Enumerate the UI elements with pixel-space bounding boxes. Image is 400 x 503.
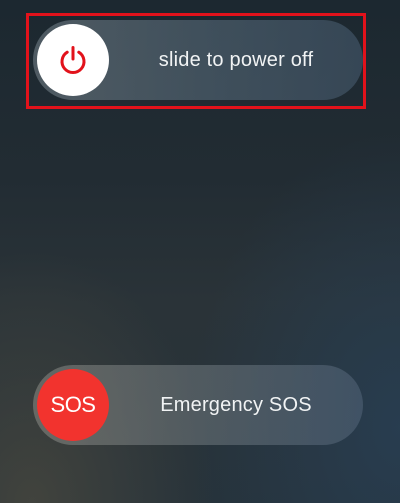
power-off-slider-knob[interactable]	[37, 24, 109, 96]
power-icon	[60, 46, 86, 74]
sos-knob-label: SOS	[50, 392, 96, 417]
power-off-slider[interactable]: slide to power off	[33, 20, 363, 100]
emergency-sos-slider[interactable]: SOS Emergency SOS	[33, 365, 363, 445]
power-off-slider-label: slide to power off	[158, 48, 314, 71]
power-off-screen: slide to power off SOS Emergency SOS	[0, 0, 400, 503]
emergency-sos-slider-knob[interactable]: SOS	[37, 369, 109, 441]
emergency-sos-slider-label: Emergency SOS	[160, 393, 312, 416]
